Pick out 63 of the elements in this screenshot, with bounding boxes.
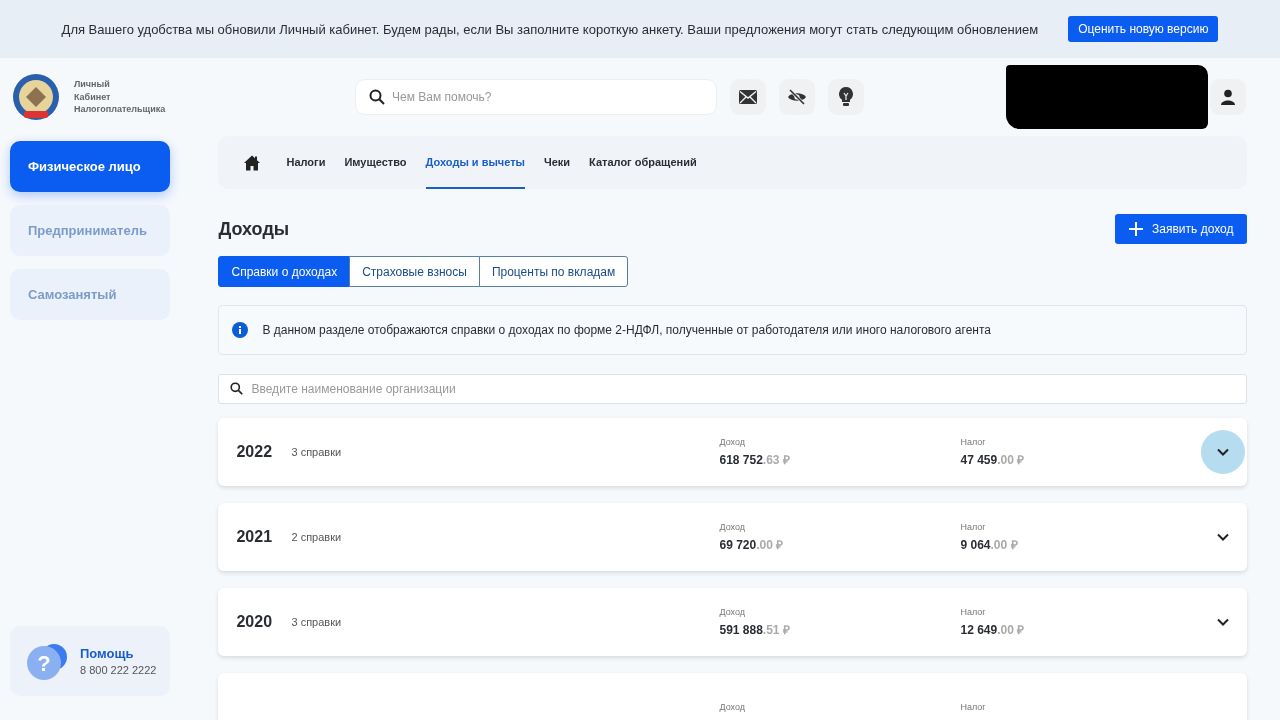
user-icon (1220, 89, 1236, 105)
tax-label: Налог (960, 606, 987, 617)
certificate-count: 3 справки (291, 616, 342, 628)
income-label: Доход (719, 521, 747, 532)
chevron-down-icon (1217, 448, 1230, 456)
year-label: 2020 (236, 613, 273, 630)
nav-tab[interactable]: Имущество (344, 136, 407, 189)
income-amount: 618 752.63 ₽ (719, 451, 791, 468)
tax-amount: 12 649.00 ₽ (960, 621, 1026, 638)
nav-tab[interactable]: Чеки (543, 136, 571, 189)
home-icon[interactable] (244, 154, 261, 171)
messages-button[interactable] (730, 79, 766, 115)
income-label: Доход (719, 606, 747, 617)
plus-icon (1129, 222, 1144, 236)
rate-version-button[interactable]: Оценить новую версию (1068, 16, 1219, 42)
logo-text: Кабинет (74, 90, 112, 104)
lightbulb-icon (839, 87, 853, 107)
page-title: Доходы (218, 218, 290, 240)
logo-text: Личный (74, 78, 111, 91)
year-card[interactable]: 2022 3 справки Доход 618 752.63 ₽ Налог 47 459.00 ₽ (218, 418, 1248, 486)
certificate-count: 2 справки (291, 531, 342, 543)
search-field[interactable]: Чем Вам помочь? (355, 79, 717, 115)
income-tab[interactable]: Проценты по вкладам (478, 256, 629, 287)
nav-tab[interactable]: Каталог обращений (589, 136, 697, 189)
visibility-button[interactable] (779, 79, 815, 115)
income-tab[interactable]: Справки о доходах (218, 256, 351, 287)
info-icon (232, 322, 249, 338)
help-phone: 8 800 222 2222 (80, 664, 157, 676)
income-label: Доход (719, 436, 747, 447)
banner-message: Для Вашего удобства мы обновили Личный кабинет. Будем рады, если Вы заполните короткую анкету. Ваши предложения могут стать следующим обновлением (61, 21, 1039, 37)
chevron-down-icon (1217, 533, 1230, 541)
income-tab[interactable]: Страховые взносы (349, 256, 480, 287)
organization-search-field[interactable]: Введите наименование организации (218, 374, 1248, 404)
chevron-down-icon (1217, 618, 1230, 626)
year-card[interactable]: 2020 3 справки Доход 591 888.51 ₽ Налог 12 649.00 ₽ (218, 588, 1248, 656)
nav-tab[interactable]: Налоги (286, 136, 326, 189)
envelope-icon (739, 90, 757, 104)
help-card[interactable]: ? Помощь 8 800 222 2222 (10, 626, 171, 696)
profile-button[interactable] (1210, 79, 1246, 115)
year-label: 2022 (236, 443, 273, 460)
certificate-count: 3 справки (291, 446, 342, 458)
tax-amount: 47 459.00 ₽ (960, 451, 1026, 468)
help-title: Помощь (80, 646, 135, 661)
crossed-eye-icon (787, 89, 807, 105)
sidebar-item[interactable]: Физическое лицо (10, 141, 171, 192)
declare-income-button[interactable]: Заявить доход (1115, 214, 1248, 244)
year-card[interactable]: Доход Налог (218, 673, 1248, 720)
nav-tab[interactable]: Доходы и вычеты (425, 136, 525, 189)
income-label: Доход (719, 702, 747, 712)
tax-label: Налог (960, 436, 987, 447)
tips-button[interactable] (828, 79, 864, 115)
income-amount: 69 720.00 ₽ (719, 536, 785, 553)
search-icon (369, 89, 385, 105)
search-icon (230, 382, 244, 395)
income-amount: 591 888.51 ₽ (719, 621, 791, 638)
tax-label: Налог (960, 702, 987, 712)
tax-label: Налог (960, 521, 987, 532)
info-text: В данном разделе отображаются справки о доходах по форме 2-НДФЛ, полученные от работодателя или иного налогового агента (262, 323, 991, 337)
emblem-logo[interactable] (12, 73, 60, 121)
tax-amount: 9 064.00 ₽ (960, 536, 1019, 553)
year-card[interactable]: 2021 2 справки Доход 69 720.00 ₽ Налог 9 064.00 ₽ (218, 503, 1248, 571)
logo-text: Налогоплательщика (74, 103, 166, 116)
year-label: 2021 (236, 528, 273, 545)
